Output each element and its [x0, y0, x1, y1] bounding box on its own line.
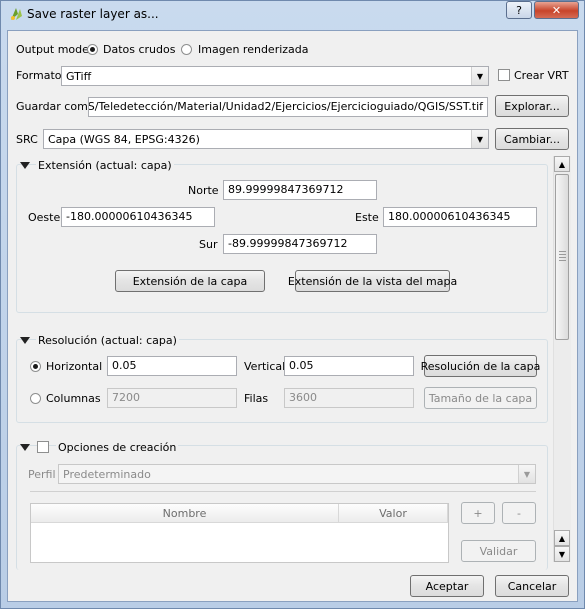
west-input[interactable]: -180.00000610436345 — [61, 207, 215, 227]
scroll-up-icon[interactable]: ▲ — [554, 156, 570, 172]
columns-label[interactable]: Columnas — [46, 392, 101, 405]
west-label: Oeste — [28, 211, 61, 224]
remove-option-button[interactable]: - — [502, 502, 536, 524]
output-mode-raw-radio[interactable] — [87, 44, 98, 55]
creation-options-title[interactable]: Opciones de creación — [56, 441, 179, 454]
layer-resolution-button[interactable]: Resolución de la capa — [421, 355, 540, 377]
output-mode-rendered-radio[interactable] — [181, 44, 192, 55]
table-header-name[interactable]: Nombre — [31, 504, 339, 523]
collapse-triangle-icon[interactable] — [20, 337, 30, 344]
create-vrt-label[interactable]: Crear VRT — [514, 69, 569, 82]
window-title: Save raster layer as... — [27, 7, 159, 21]
grip-line — [559, 251, 566, 252]
resolution-group — [16, 339, 548, 423]
output-mode-rendered-label[interactable]: Imagen renderizada — [198, 43, 309, 56]
table-header-value[interactable]: Valor — [339, 504, 448, 523]
horizontal-label[interactable]: Horizontal — [46, 360, 102, 373]
output-mode-raw-label[interactable]: Datos crudos — [103, 43, 175, 56]
north-label: Norte — [188, 184, 219, 197]
rows-input[interactable]: 3600 — [284, 388, 414, 408]
chevron-down-icon[interactable]: ▼ — [518, 465, 535, 483]
accept-button[interactable]: Aceptar — [410, 575, 484, 597]
columns-radio[interactable] — [30, 393, 41, 404]
vertical-input[interactable]: 0.05 — [284, 356, 414, 376]
south-label: Sur — [199, 238, 218, 251]
collapse-triangle-icon[interactable] — [20, 162, 30, 169]
layer-size-button[interactable]: Tamaño de la capa — [424, 387, 537, 409]
validate-button[interactable]: Validar — [461, 540, 536, 562]
format-select[interactable]: GTiff ▼ — [61, 66, 489, 86]
grip-line — [559, 257, 566, 258]
title-bar[interactable]: Save raster layer as... ? ✕ — [0, 0, 585, 30]
cancel-button[interactable]: Cancelar — [495, 575, 569, 597]
creation-options-table[interactable]: Nombre Valor — [30, 503, 449, 563]
create-vrt-checkbox[interactable] — [498, 69, 510, 81]
crs-value: Capa (WGS 84, EPSG:4326) — [48, 133, 200, 146]
horizontal-input[interactable]: 0.05 — [107, 356, 237, 376]
save-path-input[interactable]: \CURSOS/Teledetección/Material/Unidad2/E… — [88, 97, 488, 117]
output-mode-label: Output mode — [16, 43, 89, 56]
profile-value: Predeterminado — [63, 468, 151, 481]
divider — [30, 491, 536, 492]
collapse-triangle-icon[interactable] — [20, 444, 30, 451]
qgis-logo-icon — [11, 8, 22, 20]
east-label: Este — [355, 211, 379, 224]
format-value: GTiff — [66, 70, 92, 83]
grip-line — [559, 254, 566, 255]
resolution-group-title[interactable]: Resolución (actual: capa) — [36, 334, 179, 347]
add-option-button[interactable]: + — [461, 502, 495, 524]
map-view-extent-button[interactable]: Extensión de la vista del mapa — [288, 270, 457, 292]
crs-label: SRC — [16, 133, 38, 146]
chevron-down-icon[interactable]: ▼ — [471, 130, 488, 148]
columns-input[interactable]: 7200 — [107, 388, 237, 408]
profile-label: Perfil — [28, 468, 56, 481]
grip-line — [559, 260, 566, 261]
close-button[interactable]: ✕ — [534, 1, 579, 19]
help-button[interactable]: ? — [506, 1, 532, 19]
south-input[interactable]: -89.99999847369712 — [223, 234, 377, 254]
save-path-value: \CURSOS/Teledetección/Material/Unidad2/E… — [88, 100, 483, 113]
profile-select[interactable]: Predeterminado ▼ — [58, 464, 536, 484]
chevron-down-icon[interactable]: ▼ — [471, 67, 488, 85]
creation-options-checkbox[interactable] — [37, 441, 49, 453]
scrollbar-thumb[interactable] — [555, 174, 569, 340]
rows-label: Filas — [244, 392, 269, 405]
browse-button[interactable]: Explorar... — [495, 95, 569, 117]
east-input[interactable]: 180.00000610436345 — [383, 207, 537, 227]
format-label: Formato — [16, 69, 62, 82]
vertical-label: Vertical — [244, 360, 286, 373]
extent-group-title[interactable]: Extensión (actual: capa) — [36, 159, 174, 172]
north-input[interactable]: 89.99999847369712 — [223, 180, 377, 200]
horizontal-radio[interactable] — [30, 361, 41, 372]
save-as-label: Guardar como — [16, 100, 95, 113]
scroll-down-icon[interactable]: ▼ — [554, 546, 570, 562]
crs-select[interactable]: Capa (WGS 84, EPSG:4326) ▼ — [43, 129, 489, 149]
layer-extent-button[interactable]: Extensión de la capa — [115, 270, 265, 292]
change-crs-button[interactable]: Cambiar... — [495, 128, 569, 150]
scroll-up-icon[interactable]: ▲ — [554, 530, 570, 546]
